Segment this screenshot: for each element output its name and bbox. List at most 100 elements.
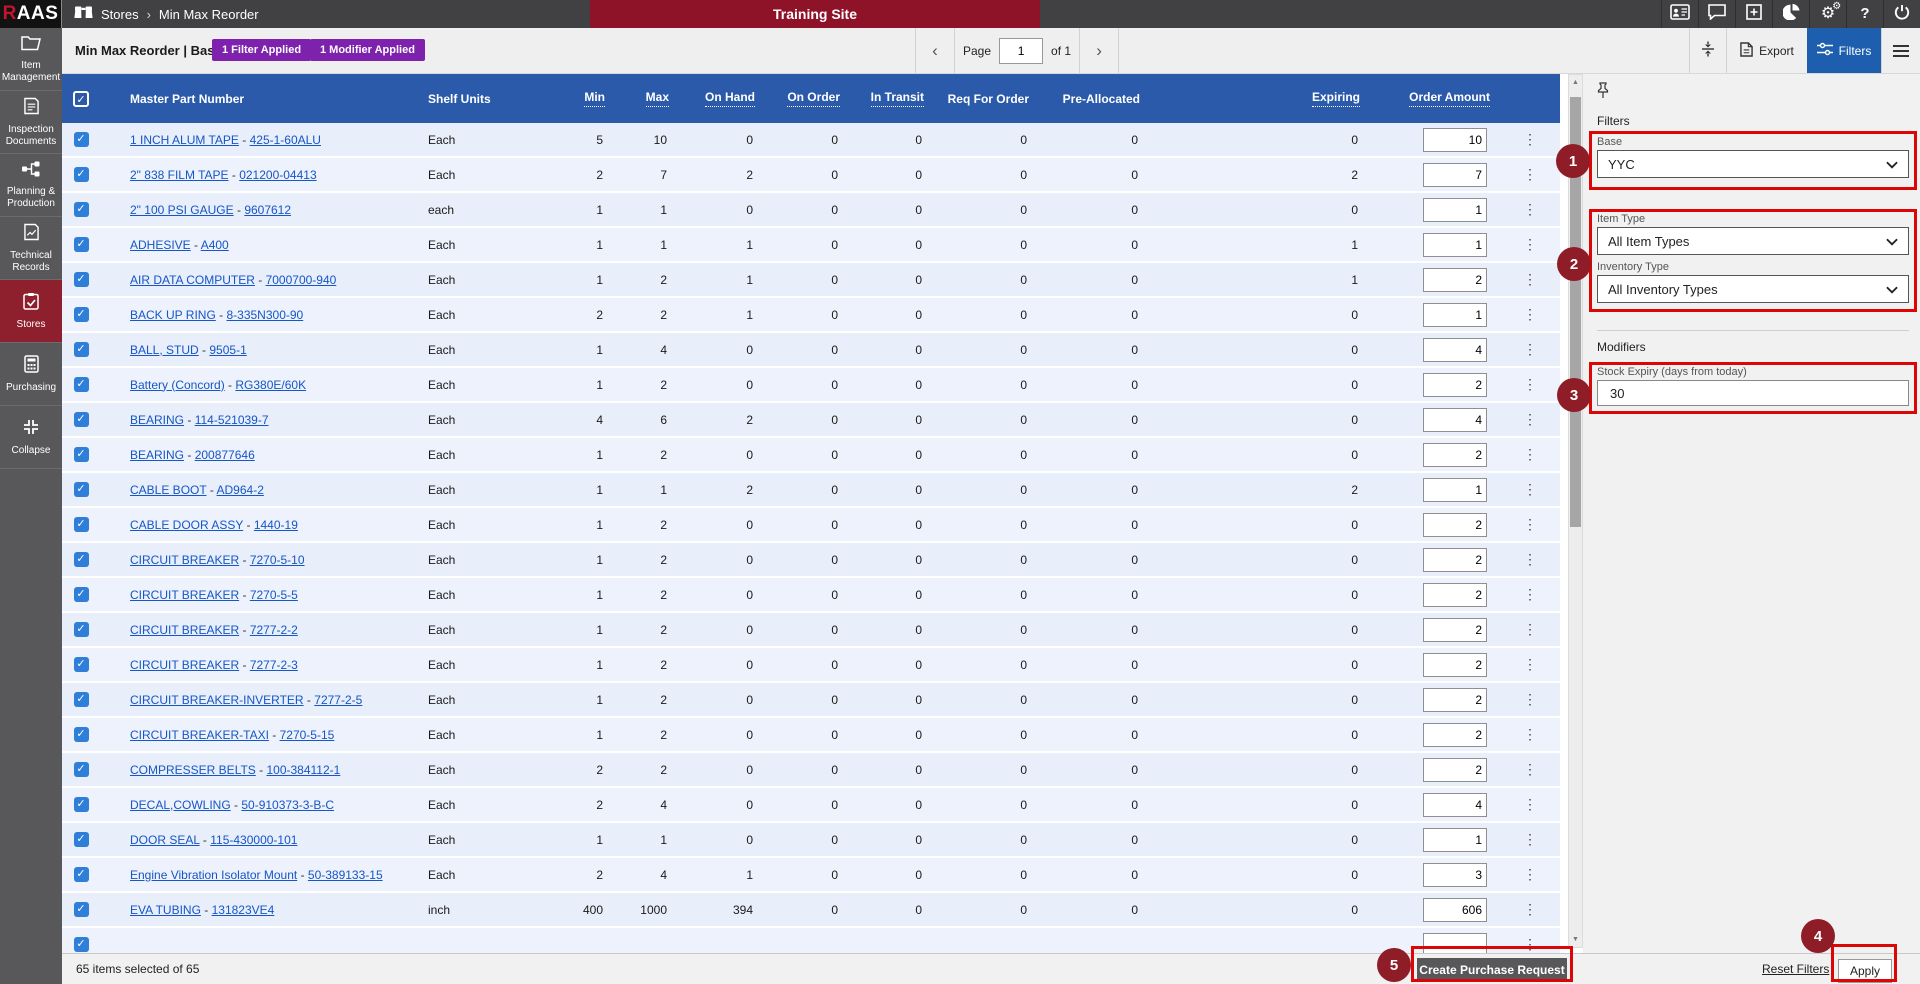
row-checkbox[interactable]: ✓: [74, 762, 89, 777]
row-menu-icon[interactable]: ⋮: [1500, 201, 1560, 218]
row-menu-icon[interactable]: ⋮: [1500, 656, 1560, 673]
row-checkbox[interactable]: ✓: [74, 307, 89, 322]
row-checkbox[interactable]: ✓: [74, 587, 89, 602]
row-menu-icon[interactable]: ⋮: [1500, 236, 1560, 253]
part-name-link[interactable]: ADHESIVE: [130, 238, 191, 252]
row-menu-icon[interactable]: ⋮: [1500, 131, 1560, 148]
order-amount-input[interactable]: [1423, 163, 1487, 187]
part-name-link[interactable]: CIRCUIT BREAKER: [130, 623, 239, 637]
row-menu-icon[interactable]: ⋮: [1500, 936, 1560, 953]
apply-button[interactable]: Apply: [1838, 959, 1892, 983]
part-name-link[interactable]: CABLE DOOR ASSY: [130, 518, 243, 532]
row-menu-icon[interactable]: ⋮: [1500, 796, 1560, 813]
sidebar-item-stores[interactable]: Stores: [0, 280, 62, 343]
part-number-link[interactable]: 425-1-60ALU: [250, 133, 321, 147]
row-checkbox[interactable]: ✓: [74, 692, 89, 707]
row-checkbox[interactable]: ✓: [74, 902, 89, 917]
order-amount-input[interactable]: [1423, 338, 1487, 362]
order-amount-input[interactable]: [1423, 933, 1487, 954]
order-amount-input[interactable]: [1423, 828, 1487, 852]
row-menu-icon[interactable]: ⋮: [1500, 271, 1560, 288]
select-all-checkbox[interactable]: ✓: [73, 91, 89, 107]
row-checkbox[interactable]: ✓: [74, 657, 89, 672]
part-number-link[interactable]: 115-430000-101: [210, 833, 297, 847]
row-menu-icon[interactable]: ⋮: [1500, 376, 1560, 393]
part-name-link[interactable]: CIRCUIT BREAKER-INVERTER: [130, 693, 304, 707]
sidebar-item-technical-records[interactable]: Technical Records: [0, 217, 62, 280]
topbar-icon-button[interactable]: [1735, 0, 1772, 28]
order-amount-input[interactable]: [1423, 863, 1487, 887]
part-name-link[interactable]: Engine Vibration Isolator Mount: [130, 868, 297, 882]
prev-page-button[interactable]: ‹: [916, 41, 954, 61]
part-number-link[interactable]: 8-335N300-90: [226, 308, 303, 322]
part-name-link[interactable]: BEARING: [130, 448, 184, 462]
inventory-type-select[interactable]: All Inventory Types: [1597, 275, 1909, 303]
row-menu-icon[interactable]: ⋮: [1500, 866, 1560, 883]
order-amount-input[interactable]: [1423, 233, 1487, 257]
row-menu-icon[interactable]: ⋮: [1500, 306, 1560, 323]
topbar-icon-button[interactable]: [1883, 0, 1920, 28]
part-name-link[interactable]: 2" 100 PSI GAUGE: [130, 203, 234, 217]
part-number-link[interactable]: 114-521039-7: [195, 413, 269, 427]
part-name-link[interactable]: BEARING: [130, 413, 184, 427]
column-header-req_for_order[interactable]: Req For Order: [934, 92, 1039, 106]
part-name-link[interactable]: CIRCUIT BREAKER: [130, 658, 239, 672]
row-checkbox[interactable]: ✓: [74, 272, 89, 287]
part-number-link[interactable]: 9505-1: [209, 343, 246, 357]
column-header-order_amount[interactable]: Order Amount: [1370, 90, 1500, 107]
topbar-icon-button[interactable]: ?: [1846, 0, 1883, 28]
row-menu-icon[interactable]: ⋮: [1500, 516, 1560, 533]
part-name-link[interactable]: 2" 838 FILM TAPE: [130, 168, 229, 182]
stock-expiry-input[interactable]: 30: [1597, 380, 1909, 406]
row-checkbox[interactable]: ✓: [74, 237, 89, 252]
row-menu-icon[interactable]: ⋮: [1500, 831, 1560, 848]
row-menu-icon[interactable]: ⋮: [1500, 481, 1560, 498]
row-checkbox[interactable]: ✓: [74, 622, 89, 637]
part-number-link[interactable]: 7000700-940: [266, 273, 337, 287]
part-number-link[interactable]: 7277-2-2: [250, 623, 298, 637]
order-amount-input[interactable]: [1423, 373, 1487, 397]
topbar-icon-button[interactable]: [1661, 0, 1698, 28]
row-checkbox[interactable]: ✓: [74, 937, 89, 952]
part-number-link[interactable]: 9607612: [244, 203, 291, 217]
column-header-expiring[interactable]: Expiring: [1150, 90, 1370, 107]
menu-hamburger-icon[interactable]: [1881, 28, 1920, 73]
create-purchase-request-button[interactable]: Create Purchase Request: [1417, 958, 1567, 982]
column-header-min[interactable]: Min: [555, 90, 615, 107]
part-number-link[interactable]: 50-910373-3-B-C: [241, 798, 334, 812]
part-number-link[interactable]: 7270-5-15: [280, 728, 335, 742]
order-amount-input[interactable]: [1423, 548, 1487, 572]
pin-icon[interactable]: [1597, 82, 1609, 104]
part-name-link[interactable]: Battery (Concord): [130, 378, 225, 392]
part-name-link[interactable]: CIRCUIT BREAKER: [130, 588, 239, 602]
part-name-link[interactable]: AIR DATA COMPUTER: [130, 273, 255, 287]
row-checkbox[interactable]: ✓: [74, 412, 89, 427]
order-amount-input[interactable]: [1423, 758, 1487, 782]
order-amount-input[interactable]: [1423, 198, 1487, 222]
order-amount-input[interactable]: [1423, 408, 1487, 432]
row-menu-icon[interactable]: ⋮: [1500, 166, 1560, 183]
page-number-input[interactable]: [999, 38, 1043, 64]
part-name-link[interactable]: BALL, STUD: [130, 343, 199, 357]
row-checkbox[interactable]: ✓: [74, 342, 89, 357]
order-amount-input[interactable]: [1423, 618, 1487, 642]
row-checkbox[interactable]: ✓: [74, 482, 89, 497]
topbar-icon-button[interactable]: ⚙⚙: [1809, 0, 1846, 28]
part-number-link[interactable]: 7277-2-3: [250, 658, 298, 672]
column-header-on_hand[interactable]: On Hand: [679, 90, 765, 107]
order-amount-input[interactable]: [1423, 303, 1487, 327]
part-name-link[interactable]: CIRCUIT BREAKER: [130, 553, 239, 567]
breadcrumb-section[interactable]: Stores: [101, 7, 139, 22]
sidebar-item-purchasing[interactable]: Purchasing: [0, 343, 62, 406]
reset-filters-link[interactable]: Reset Filters: [1762, 962, 1829, 976]
row-menu-icon[interactable]: ⋮: [1500, 341, 1560, 358]
order-amount-input[interactable]: [1423, 653, 1487, 677]
row-menu-icon[interactable]: ⋮: [1500, 901, 1560, 918]
row-checkbox[interactable]: ✓: [74, 132, 89, 147]
column-header-in_transit[interactable]: In Transit: [850, 90, 934, 107]
collapse-rows-button[interactable]: [1689, 28, 1726, 73]
next-page-button[interactable]: ›: [1080, 41, 1118, 61]
column-header-pre_allocated[interactable]: Pre-Allocated: [1039, 92, 1150, 106]
part-number-link[interactable]: 7270-5-5: [250, 588, 298, 602]
scroll-down-icon[interactable]: ▼: [1569, 932, 1582, 947]
